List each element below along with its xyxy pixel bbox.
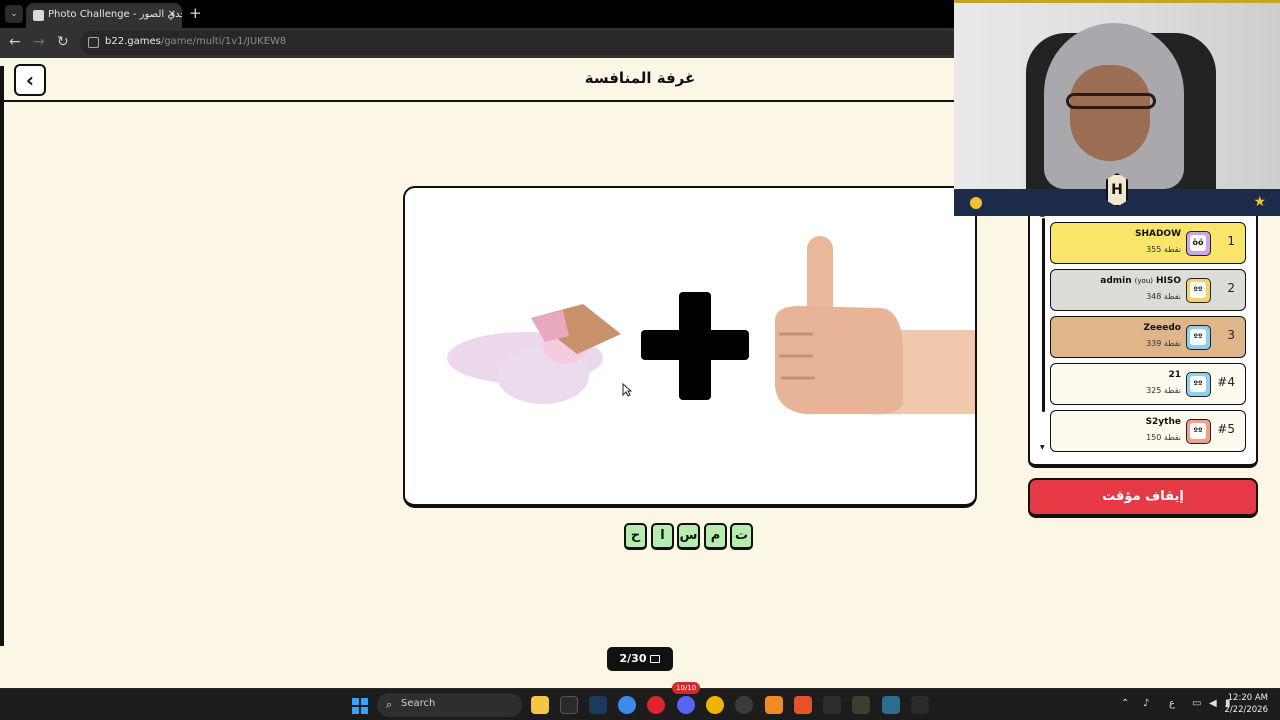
app-a-icon[interactable] bbox=[765, 696, 783, 714]
url-input[interactable]: b22.games/game/multi/1v1/JUKEW8 bbox=[80, 31, 960, 55]
pause-button[interactable]: إيقاف مؤقت bbox=[1028, 478, 1258, 518]
back-button[interactable]: ‹ bbox=[14, 64, 46, 96]
leaderboard-row: 2 ºº admin (you) HISO 348 نقطة bbox=[1050, 269, 1246, 311]
system-clock[interactable]: 12:20 AM 2/22/2026 bbox=[1224, 692, 1268, 716]
file-explorer-icon[interactable] bbox=[531, 696, 549, 714]
thumbs-up-image bbox=[774, 236, 975, 415]
round-counter: 2/30 bbox=[607, 647, 673, 671]
webcam-overlay: H ★ bbox=[954, 0, 1280, 216]
microphone-icon[interactable]: ♪ bbox=[1143, 698, 1149, 709]
app-yellow-icon[interactable] bbox=[706, 696, 724, 714]
letter-tile[interactable]: س bbox=[677, 523, 700, 550]
taskbar: ⌕ Search 10/10 ⌃ ♪ ع ▭ ◀ ▮ 12:20 AM 2/22… bbox=[0, 682, 1280, 720]
player-avatar: ºº bbox=[1186, 278, 1211, 303]
player-rank: #4 bbox=[1217, 375, 1235, 389]
player-name: admin (you) HISO bbox=[1100, 276, 1181, 286]
forward-arrow-icon[interactable]: → bbox=[33, 34, 45, 50]
you-tag: (you) bbox=[1134, 277, 1153, 285]
volume-icon[interactable]: ◀ bbox=[1209, 698, 1217, 709]
leaderboard-scrollbar[interactable] bbox=[1042, 218, 1045, 412]
player-name: S2ythe bbox=[1145, 417, 1181, 427]
player-avatar: ºº bbox=[1186, 325, 1211, 350]
leaderboard-row: #5 ºº S2ythe 150 نقطة bbox=[1050, 410, 1246, 452]
star-icon: ★ bbox=[1253, 194, 1266, 210]
back-arrow-icon[interactable]: ← bbox=[9, 34, 21, 50]
avatar-face-icon: ºº bbox=[1190, 423, 1206, 439]
tray-chevron-icon[interactable]: ⌃ bbox=[1121, 698, 1129, 709]
leaderboard-row: 3 ºº Zeeedo 339 نقطة bbox=[1050, 316, 1246, 358]
tab-search-button[interactable]: ⌄ bbox=[5, 5, 23, 23]
leaderboard-panel: ▲ ▼ 1 òó SHADOW 355 نقطة 2 ºº admin(you)… bbox=[1028, 211, 1258, 468]
puzzle-image-card bbox=[403, 186, 977, 508]
player-name: Zeeedo bbox=[1143, 323, 1181, 333]
app-panel-icon[interactable] bbox=[852, 696, 870, 714]
windows-start-icon[interactable] bbox=[352, 698, 368, 714]
steam-icon[interactable] bbox=[589, 696, 607, 714]
player-rank: #5 bbox=[1217, 422, 1235, 436]
player-rank: 1 bbox=[1227, 234, 1235, 248]
site-info-icon[interactable] bbox=[88, 37, 99, 48]
player-rank: 3 bbox=[1227, 328, 1235, 342]
player-avatar: ºº bbox=[1186, 419, 1211, 444]
player-score: 348 نقطة bbox=[1146, 292, 1181, 301]
leaderboard-row: #4 ºº 21 325 نقطة bbox=[1050, 363, 1246, 405]
new-tab-button[interactable]: + bbox=[189, 4, 202, 22]
taskbar-search-label: Search bbox=[401, 698, 436, 709]
app-music-icon[interactable] bbox=[911, 696, 929, 714]
leaderboard-row: 1 òó SHADOW 355 نقطة bbox=[1050, 222, 1246, 264]
coin-icon bbox=[970, 197, 982, 209]
plus-sign-image bbox=[641, 292, 749, 400]
app-x-icon[interactable] bbox=[823, 696, 841, 714]
page-title: غرفة المنافسة bbox=[584, 69, 696, 87]
h-logo-icon: H bbox=[1106, 173, 1128, 207]
letter-tile[interactable]: ت bbox=[730, 523, 753, 550]
letter-tile[interactable]: م bbox=[704, 523, 727, 550]
avatar-face-icon: ºº bbox=[1190, 282, 1206, 298]
player-score: 150 نقطة bbox=[1146, 433, 1181, 442]
network-icon[interactable]: ▭ bbox=[1192, 698, 1201, 709]
app-settings-icon[interactable] bbox=[735, 696, 753, 714]
avatar-face-icon: ºº bbox=[1190, 376, 1206, 392]
tab-favicon-icon bbox=[33, 10, 44, 21]
image-icon bbox=[650, 655, 661, 663]
mouse-cursor-icon bbox=[622, 383, 632, 397]
language-indicator[interactable]: ع bbox=[1169, 698, 1175, 709]
webcam-frame-bar: H ★ bbox=[954, 173, 1280, 216]
player-avatar: òó bbox=[1186, 231, 1211, 256]
url-text: b22.games/game/multi/1v1/JUKEW8 bbox=[105, 36, 287, 47]
tab-close-icon[interactable]: ✕ bbox=[168, 3, 176, 27]
taskbar-search[interactable]: ⌕ Search bbox=[377, 693, 522, 717]
discord-icon[interactable] bbox=[677, 696, 695, 714]
reload-icon[interactable]: ↻ bbox=[57, 34, 69, 50]
player-avatar: ºº bbox=[1186, 372, 1211, 397]
melted-icecream-image bbox=[447, 304, 621, 404]
scroll-down-icon[interactable]: ▼ bbox=[1040, 444, 1045, 451]
glasses bbox=[1066, 93, 1156, 109]
player-name: SHADOW bbox=[1134, 229, 1181, 239]
brave-icon[interactable] bbox=[794, 696, 812, 714]
chrome-icon[interactable] bbox=[618, 696, 636, 714]
letter-tile[interactable]: ا bbox=[651, 523, 674, 550]
player-score: 355 نقطة bbox=[1146, 245, 1181, 254]
app-g-icon[interactable] bbox=[560, 696, 578, 714]
app-blue-icon[interactable] bbox=[882, 696, 900, 714]
player-score: 325 نقطة bbox=[1146, 386, 1181, 395]
tab-title: Photo Challenge - تحدي الصور bbox=[48, 9, 182, 20]
avatar-face-icon: ºº bbox=[1190, 329, 1206, 345]
player-score: 339 نقطة bbox=[1146, 339, 1181, 348]
streamer-face bbox=[1070, 65, 1150, 161]
browser-tab[interactable]: Photo Challenge - تحدي الصور ✕ bbox=[26, 3, 182, 28]
page-edge bbox=[0, 66, 4, 646]
search-icon: ⌕ bbox=[386, 698, 393, 711]
letter-tile[interactable]: ح bbox=[624, 523, 647, 550]
player-rank: 2 bbox=[1227, 281, 1235, 295]
opera-icon[interactable] bbox=[647, 696, 665, 714]
avatar-face-icon: òó bbox=[1190, 235, 1206, 251]
notification-badge: 10/10 bbox=[672, 682, 701, 694]
player-name: 21 bbox=[1168, 370, 1181, 380]
